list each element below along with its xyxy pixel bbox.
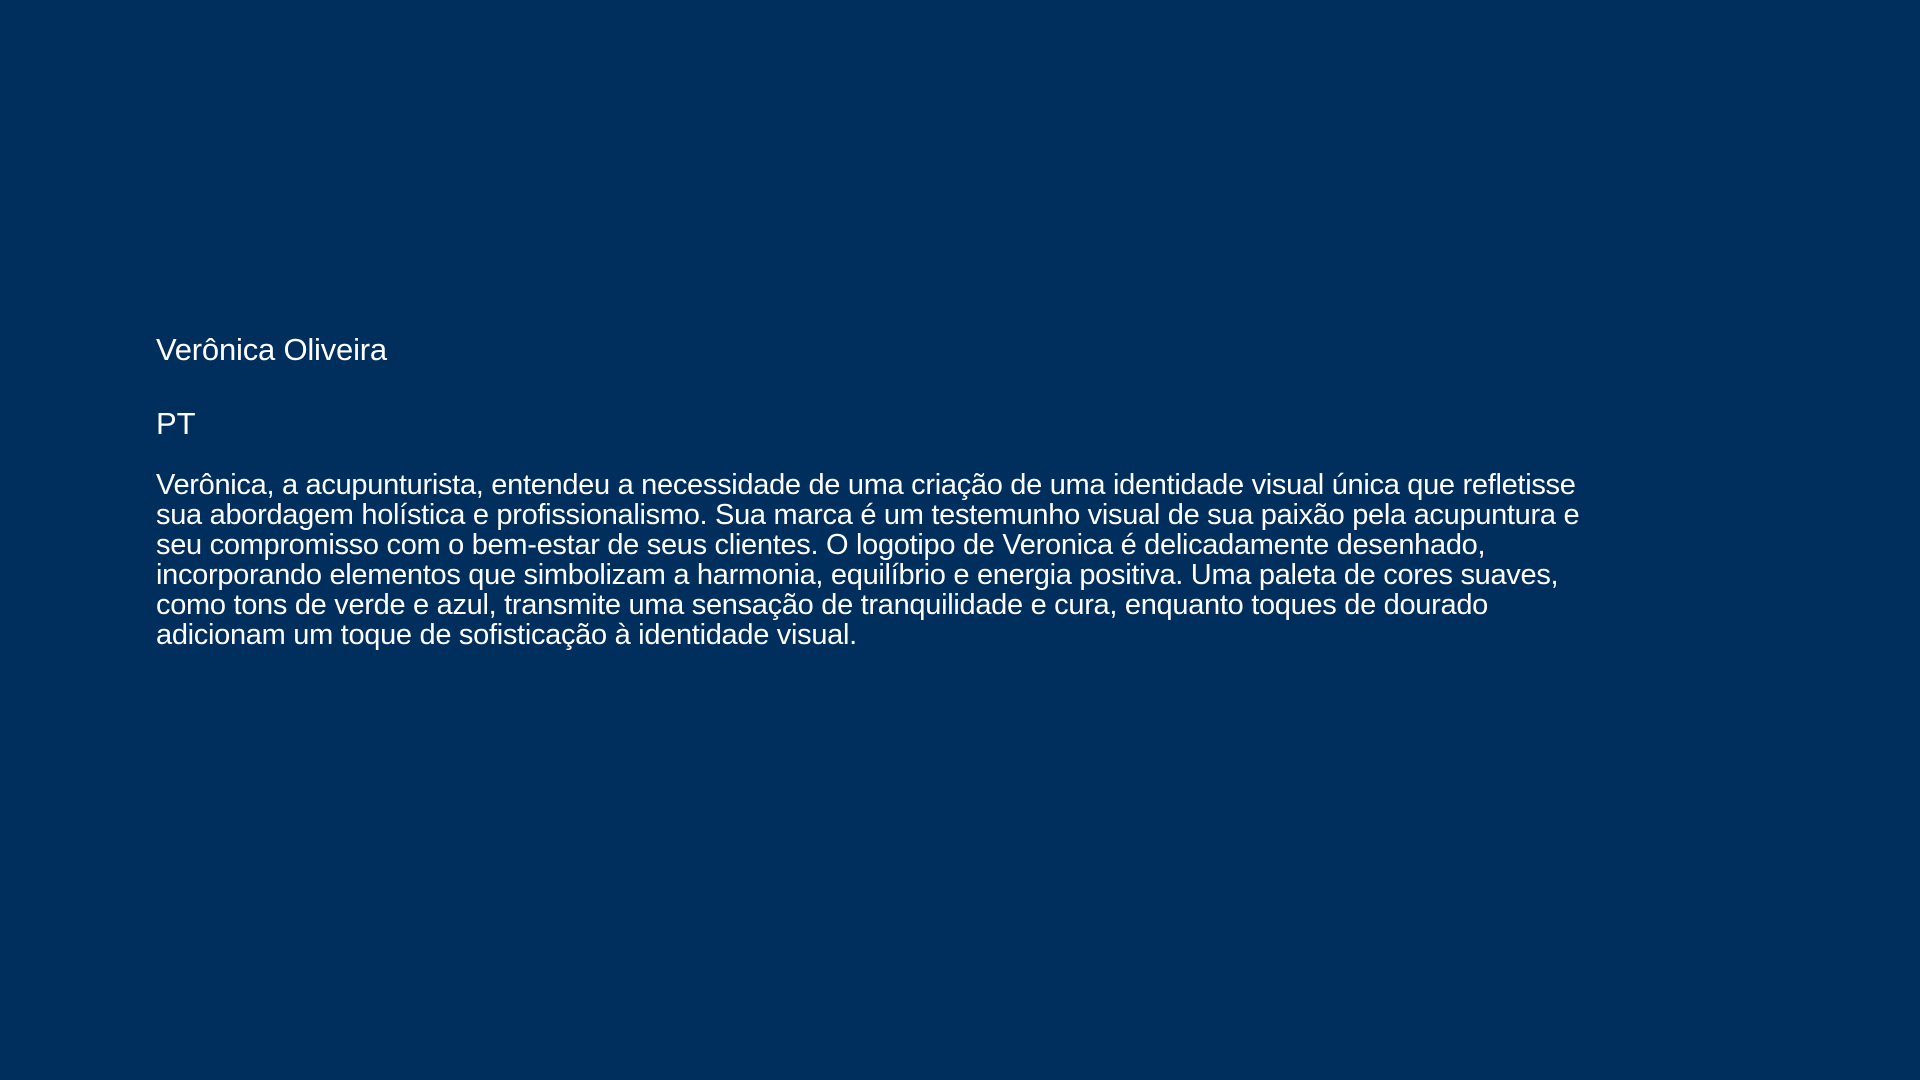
description-paragraph: Verônica, a acupunturista, entendeu a ne…: [156, 469, 1580, 651]
text-block: Verônica Oliveira PT Verônica, a acupunt…: [156, 330, 1806, 650]
person-name: Verônica Oliveira: [156, 332, 387, 367]
language-label: PT: [156, 406, 196, 441]
slide: Verônica Oliveira PT Verônica, a acupunt…: [0, 0, 1920, 1080]
